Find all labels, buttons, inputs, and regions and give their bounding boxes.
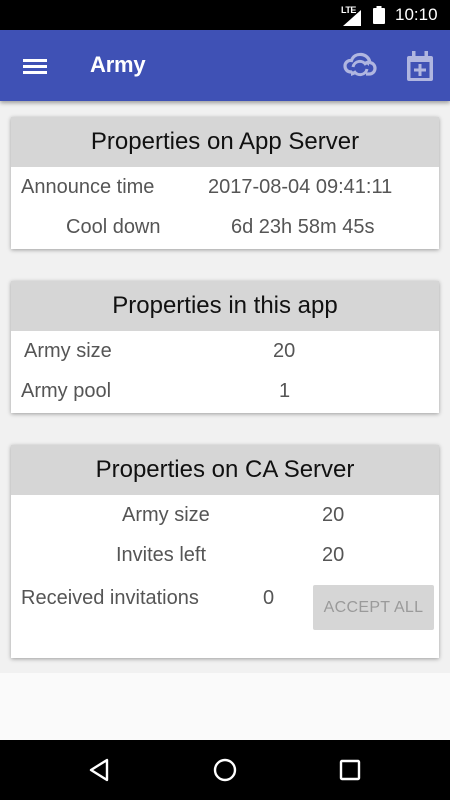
row-value: 20 (273, 340, 296, 362)
row-label: Announce time (21, 176, 155, 198)
row-value: 20 (322, 544, 345, 566)
recents-button[interactable] (336, 756, 364, 784)
network-type-label: LTE (341, 5, 356, 15)
menu-button[interactable] (18, 52, 52, 80)
announce-time-row: Announce time 2017-08-04 09:41:11 (11, 167, 439, 207)
screen: LTE 10:10 Army Properties on App Server … (0, 0, 450, 800)
back-icon (89, 758, 109, 782)
recents-icon (339, 759, 361, 781)
row-label: Army pool (21, 380, 112, 402)
row-value: 20 (322, 504, 345, 526)
row-label: Received invitations (21, 587, 199, 609)
cool-down-row: Cool down 6d 23h 58m 45s (11, 207, 439, 247)
clock: 10:10 (395, 5, 438, 24)
row-label: Cool down (66, 216, 161, 238)
accept-all-button[interactable]: ACCEPT ALL (313, 585, 434, 630)
row-value: 2017-08-04 09:41:11 (208, 176, 393, 198)
card-header: Properties on App Server (11, 117, 439, 167)
status-bar: LTE 10:10 (0, 0, 450, 30)
menu-icon (23, 59, 47, 74)
home-icon (213, 758, 237, 782)
invites-left-row: Invites left 20 (11, 535, 439, 575)
army-size-row: Army size 20 (11, 495, 439, 535)
battery-icon (373, 6, 385, 24)
row-label: Army size (122, 504, 210, 526)
sync-icon (343, 52, 377, 77)
home-button[interactable] (211, 756, 239, 784)
army-size-row: Army size 20 (11, 331, 439, 371)
add-event-button[interactable] (404, 49, 436, 83)
row-label: Invites left (116, 544, 207, 566)
app-properties-card: Properties in this app Army size 20 Army… (11, 281, 439, 413)
row-value: 1 (279, 380, 291, 402)
navigation-bar (0, 740, 450, 800)
content-area: Properties on App Server Announce time 2… (0, 101, 450, 673)
back-button[interactable] (86, 756, 114, 784)
page-title: Army (90, 52, 146, 77)
row-value: 6d 23h 58m 45s (231, 216, 375, 238)
card-header: Properties on CA Server (11, 445, 439, 495)
app-bar: Army (0, 30, 450, 101)
row-label: Army size (24, 340, 112, 362)
card-header: Properties in this app (11, 281, 439, 331)
army-pool-row: Army pool 1 (11, 371, 439, 411)
calendar-add-icon (407, 51, 433, 81)
app-server-properties-card: Properties on App Server Announce time 2… (11, 117, 439, 249)
row-value: 0 (263, 587, 275, 609)
ca-server-properties-card: Properties on CA Server Army size 20 Inv… (11, 445, 439, 658)
sync-button[interactable] (342, 48, 378, 84)
